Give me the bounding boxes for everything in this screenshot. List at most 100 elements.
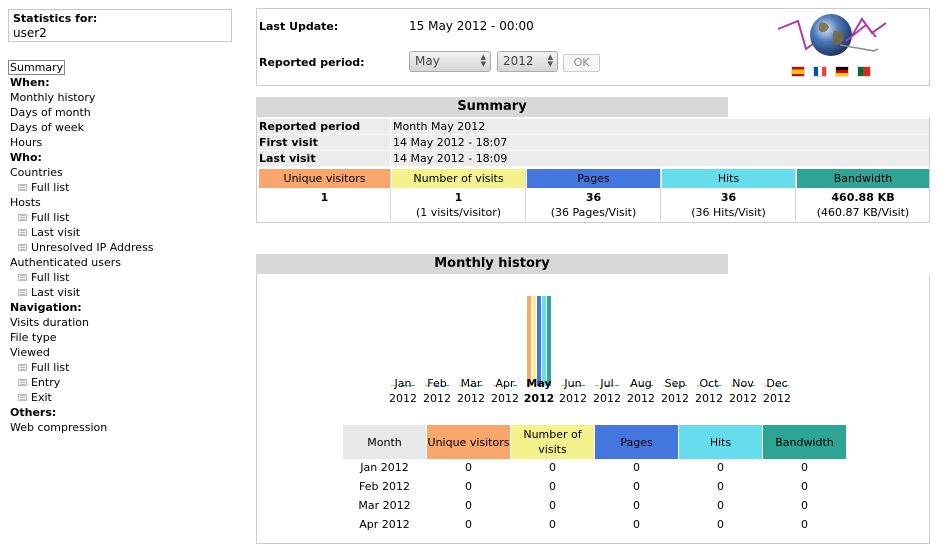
menu-viewed-entry-item[interactable]: Entry — [10, 375, 240, 390]
bar-unique-visitors-may-2012 — [527, 296, 531, 386]
spanish-flag-icon[interactable] — [791, 66, 805, 77]
list-icon — [18, 393, 27, 401]
menu-countries[interactable]: Countries — [10, 165, 240, 180]
month-year: 2012 — [627, 392, 655, 405]
month-label-nov: Nov 2012 — [726, 376, 760, 406]
summary-title: Summary — [256, 97, 728, 117]
year-select[interactable]: 2012 ▲ ▼ — [497, 51, 558, 72]
month-name: Nov — [732, 377, 754, 390]
column-divider — [795, 169, 796, 221]
menu-viewed-entry[interactable]: Entry — [31, 376, 60, 389]
menu-hours[interactable]: Hours — [10, 135, 240, 150]
table-cell-month: Jan 2012 — [360, 461, 409, 474]
month-year: 2012 — [457, 392, 485, 405]
menu-web-compression[interactable]: Web compression — [10, 420, 240, 435]
metric-bandwidth-cell: 460.88 KB (460.87 KB/Visit) — [797, 190, 929, 220]
menu-viewed-exit[interactable]: Exit — [31, 391, 52, 404]
year-select-value: 2012 — [503, 54, 534, 68]
bar-number-of-visits-may-2012 — [532, 296, 536, 386]
table-cell-month: Apr 2012 — [359, 518, 410, 531]
french-flag-icon[interactable] — [813, 66, 827, 77]
menu-authenticated-users[interactable]: Authenticated users — [10, 255, 240, 270]
menu-auth-full-list[interactable]: Full list — [31, 271, 69, 284]
ok-button[interactable]: OK — [563, 54, 600, 72]
german-flag-icon[interactable] — [835, 66, 849, 77]
menu-hosts-last-visit[interactable]: Last visit — [31, 226, 80, 239]
table-cell-bandwidth: 0 — [801, 461, 808, 474]
menu-countries-full-list[interactable]: Full list — [31, 181, 69, 194]
month-label-dec: Dec 2012 — [760, 376, 794, 406]
month-name: Jul — [600, 377, 614, 390]
month-year: 2012 — [523, 392, 555, 405]
menu-viewed[interactable]: Viewed — [10, 345, 240, 360]
table-cell-bandwidth: 0 — [801, 480, 808, 493]
metric-header-pages: Pages — [527, 169, 660, 188]
menu-hosts-full-list[interactable]: Full list — [31, 211, 69, 224]
menu-days-of-week[interactable]: Days of week — [10, 120, 240, 135]
month-year: 2012 — [559, 392, 587, 405]
month-label-mar: Mar 2012 — [454, 376, 488, 406]
list-icon — [18, 363, 27, 371]
menu-hosts-unresolved[interactable]: Unresolved IP Address — [31, 241, 154, 254]
menu-visits-duration[interactable]: Visits duration — [10, 315, 240, 330]
list-icon — [18, 378, 27, 386]
metric-header-visits: Number of visits — [392, 169, 525, 188]
column-divider — [525, 169, 526, 221]
monthly-col-header: Hits — [679, 425, 762, 459]
header-panel: Last Update: 15 May 2012 - 00:00 Reporte… — [256, 8, 930, 86]
metric-hits-value: 36 — [720, 191, 737, 204]
month-select[interactable]: May ▲ ▼ — [409, 51, 491, 72]
metric-hits-cell: 36 (36 Hits/Visit) — [662, 190, 795, 220]
table-cell-visits: 0 — [549, 499, 556, 512]
menu-days-of-month[interactable]: Days of month — [10, 105, 240, 120]
portuguese-flag-icon[interactable] — [857, 66, 871, 77]
metric-visits-sub: (1 visits/visitor) — [415, 206, 502, 219]
table-cell-month: Feb 2012 — [359, 480, 410, 493]
table-cell-visits: 0 — [549, 518, 556, 531]
menu-hosts[interactable]: Hosts — [10, 195, 240, 210]
bar-hits-may-2012 — [542, 296, 546, 386]
menu-auth-last-item[interactable]: Last visit — [10, 285, 240, 300]
menu-auth-full-item[interactable]: Full list — [10, 270, 240, 285]
list-icon — [18, 183, 27, 191]
summary-row: First visit 14 May 2012 - 18:07 — [257, 135, 929, 150]
last-update-value: 15 May 2012 - 00:00 — [409, 19, 534, 33]
menu-monthly-history[interactable]: Monthly history — [10, 90, 240, 105]
summary-row-label: Reported period — [259, 120, 361, 133]
menu-countries-full-item[interactable]: Full list — [10, 180, 240, 195]
menu-auth-last-visit[interactable]: Last visit — [31, 286, 80, 299]
table-cell-visits: 0 — [549, 461, 556, 474]
summary-row: Reported period Month May 2012 — [257, 119, 929, 134]
menu-file-type[interactable]: File type — [10, 330, 240, 345]
menu-viewed-exit-item[interactable]: Exit — [10, 390, 240, 405]
table-cell-month: Mar 2012 — [358, 499, 411, 512]
summary-row-label: Last visit — [259, 152, 316, 165]
metric-pages-sub: (36 Pages/Visit) — [550, 206, 637, 219]
table-row: Feb 2012 0 0 0 0 0 — [343, 477, 847, 496]
menu-summary[interactable]: Summary — [8, 60, 66, 75]
monthly-col-header: Pages — [595, 425, 678, 459]
month-label-may: May 2012 — [522, 376, 556, 406]
menu-hosts-last-item[interactable]: Last visit — [10, 225, 240, 240]
monthly-col-header: Bandwidth — [763, 425, 846, 459]
menu-viewed-full-list[interactable]: Full list — [31, 361, 69, 374]
metric-bandwidth-sub: (460.87 KB/Visit) — [816, 206, 910, 219]
month-year: 2012 — [593, 392, 621, 405]
metric-header-bandwidth: Bandwidth — [797, 169, 929, 188]
table-cell-pages: 0 — [633, 461, 640, 474]
metric-unique-cell: 1 — [259, 190, 390, 205]
summary-row-value: 14 May 2012 - 18:09 — [393, 152, 508, 165]
menu-hosts-full-item[interactable]: Full list — [10, 210, 240, 225]
menu-viewed-full-item[interactable]: Full list — [10, 360, 240, 375]
month-name: Jun — [564, 377, 582, 390]
menu-head-navigation: Navigation: — [10, 301, 82, 314]
month-label-jun: Jun 2012 — [556, 376, 590, 406]
metric-pages-cell: 36 (36 Pages/Visit) — [527, 190, 660, 220]
list-icon — [18, 243, 27, 251]
table-cell-unique: 0 — [465, 518, 472, 531]
menu-hosts-unresolved-item[interactable]: Unresolved IP Address — [10, 240, 240, 255]
metric-pages-value: 36 — [585, 191, 602, 204]
table-cell-bandwidth: 0 — [801, 518, 808, 531]
metric-bandwidth-value: 460.88 KB — [831, 191, 895, 204]
column-divider — [390, 169, 391, 221]
